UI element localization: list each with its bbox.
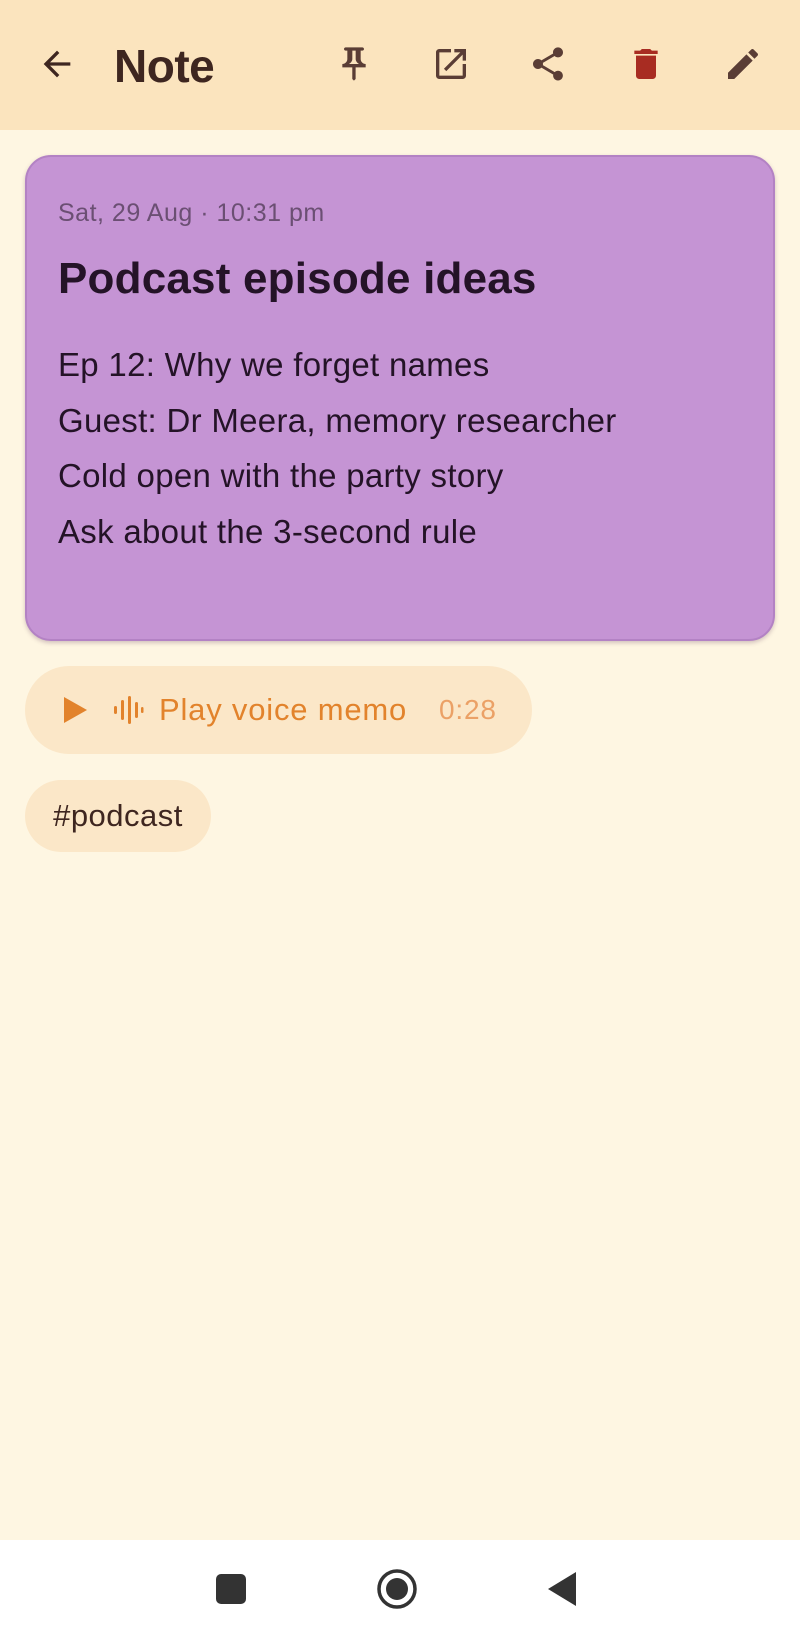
- arrow-back-icon: [43, 50, 71, 78]
- share-icon: [533, 47, 563, 81]
- recents-button[interactable]: [206, 1564, 256, 1614]
- waveform-icon: [114, 696, 144, 724]
- note-line: Ask about the 3-second rule: [58, 512, 478, 550]
- system-nav-bar: [0, 1540, 800, 1638]
- recents-square-icon: [216, 1574, 246, 1604]
- note-title: Podcast episode ideas: [58, 254, 537, 303]
- system-back-button[interactable]: [537, 1564, 587, 1614]
- delete-icon: [634, 49, 658, 79]
- edit-button[interactable]: [711, 32, 775, 96]
- note-line: Guest: Dr Meera, memory researcher: [58, 401, 617, 439]
- voice-memo-label: Play voice memo: [159, 692, 408, 727]
- home-circle-icon: [377, 1569, 417, 1609]
- tag-chip[interactable]: #podcast: [25, 780, 211, 852]
- note-line: Cold open with the party story: [58, 457, 504, 494]
- edit-pencil-icon: [728, 48, 759, 79]
- pin-button[interactable]: [322, 32, 386, 96]
- back-button[interactable]: [25, 32, 89, 96]
- voice-memo-duration: 0:28: [439, 694, 497, 725]
- delete-button[interactable]: [614, 32, 678, 96]
- open-external-icon: [436, 49, 466, 79]
- pin-icon: [342, 47, 366, 81]
- share-button[interactable]: [516, 32, 580, 96]
- home-button[interactable]: [372, 1564, 422, 1614]
- note-card[interactable]: Sat, 29 Aug · 10:31 pm Podcast episode i…: [25, 155, 775, 641]
- app-bar: Note: [0, 0, 800, 130]
- note-screen: Note Sat, 29 Aug · 10:31 pm Podcast epis…: [0, 0, 800, 1638]
- play-icon: [64, 697, 87, 723]
- open-external-button[interactable]: [419, 32, 483, 96]
- page-title: Note: [114, 40, 215, 92]
- note-body: Ep 12: Why we forget names Guest: Dr Mee…: [58, 337, 748, 559]
- note-line: Ep 12: Why we forget names: [58, 346, 490, 383]
- play-voice-memo-button[interactable]: Play voice memo 0:28: [25, 666, 532, 754]
- note-date: Sat, 29 Aug · 10:31 pm: [58, 199, 325, 227]
- back-triangle-icon: [548, 1572, 576, 1606]
